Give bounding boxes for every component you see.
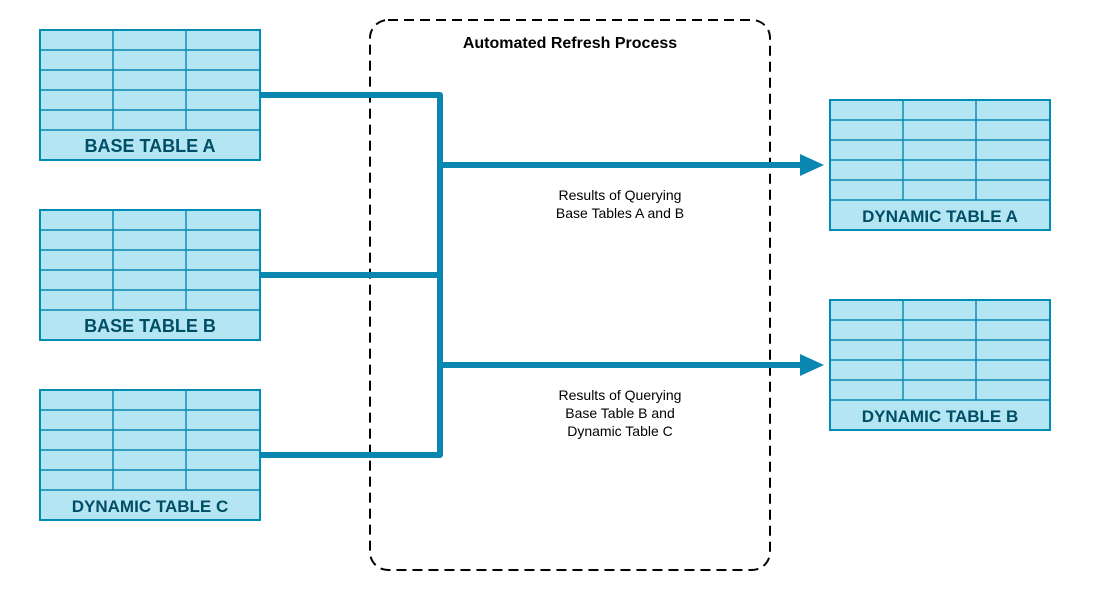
table-label: BASE TABLE B [84,316,216,336]
diagram-root: Automated Refresh Process BASE TABLE A B… [0,0,1095,600]
table-label: DYNAMIC TABLE A [862,207,1018,226]
table-label: DYNAMIC TABLE C [72,497,228,516]
table-dynamic-b: DYNAMIC TABLE B [830,300,1050,430]
annotation-line: Results of Querying [559,387,682,403]
table-base-b: BASE TABLE B [40,210,260,340]
process-box [370,20,770,570]
table-label: DYNAMIC TABLE B [862,407,1018,426]
arrow-icon [800,154,824,176]
table-base-a: BASE TABLE A [40,30,260,160]
annotation-line: Base Table B and [565,405,675,421]
table-label: BASE TABLE A [84,136,215,156]
process-title: Automated Refresh Process [463,35,677,52]
annotation-line: Results of Querying [559,187,682,203]
flow-c [260,365,440,455]
annotation-top: Results of Querying Base Tables A and B [556,187,684,221]
flow-b [260,165,440,365]
flow-a [260,95,440,165]
annotation-bottom: Results of Querying Base Table B and Dyn… [559,387,682,439]
table-dynamic-a: DYNAMIC TABLE A [830,100,1050,230]
annotation-line: Dynamic Table C [567,423,673,439]
arrow-icon [800,354,824,376]
table-dynamic-c: DYNAMIC TABLE C [40,390,260,520]
annotation-line: Base Tables A and B [556,205,684,221]
